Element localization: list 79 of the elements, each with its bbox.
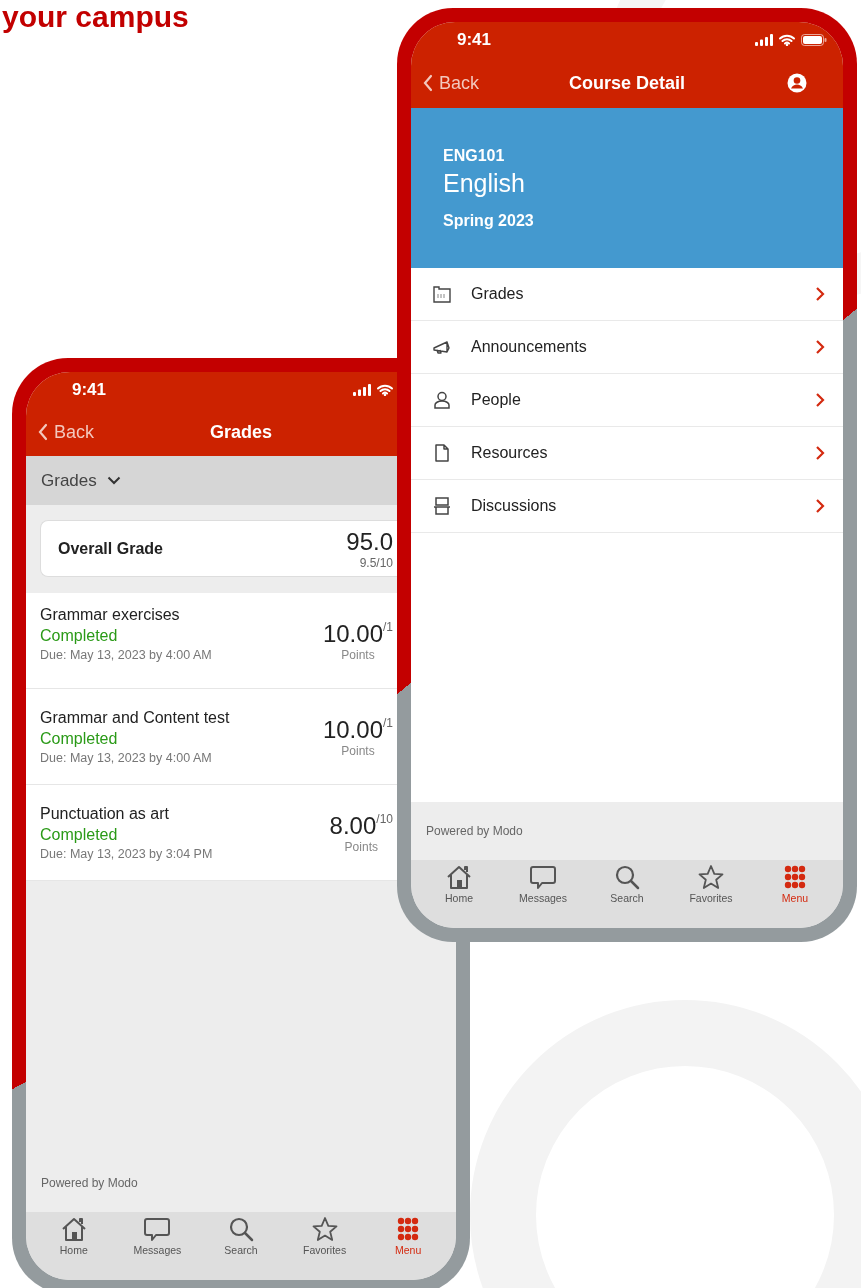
stacked-boxes-icon (432, 496, 452, 516)
search-icon (227, 1216, 255, 1242)
assignment-title: Grammar exercises (40, 605, 181, 624)
score-unit: Points (344, 839, 378, 854)
status-time: 9:41 (457, 30, 492, 50)
overall-grade-label: Overall Grade (58, 539, 163, 558)
tab-bar-item[interactable]: Menu (755, 864, 835, 922)
headline: your campus (2, 0, 189, 35)
back-button[interactable]: Back (423, 72, 480, 94)
chevron-right-icon (815, 445, 825, 461)
wifi-icon (377, 384, 393, 396)
wifi-icon (779, 34, 795, 46)
assignment-max-score: /1 (383, 619, 393, 634)
speech-bubble-icon (143, 1216, 172, 1242)
course-term: Spring 2023 (443, 211, 535, 230)
tab-bar-item[interactable]: Messages (117, 1216, 198, 1274)
assignment-score: 10.00 (322, 715, 383, 744)
signal-icon (755, 34, 773, 46)
course-menu-item[interactable]: Grades (411, 268, 843, 321)
profile-icon[interactable] (787, 73, 807, 93)
assignment-due-date: Due: May 13, 2023 by 4:00 AM (40, 750, 213, 765)
course-menu-item[interactable]: Discussions (411, 480, 843, 533)
tab-bar-item[interactable]: Menu (368, 1216, 449, 1274)
assignment-score: 8.00 (329, 811, 377, 840)
overall-grade-detail: 9.5/10 (359, 555, 393, 570)
assignment-max-score: /1 (383, 715, 393, 730)
chevron-right-icon (815, 339, 825, 355)
home-icon (445, 864, 473, 890)
course-menu-item[interactable]: Resources (411, 427, 843, 480)
tab-bar-item[interactable]: Home (33, 1216, 114, 1274)
tab-bar-item[interactable]: Home (419, 864, 499, 922)
chevron-right-icon (815, 498, 825, 514)
course-menu-item[interactable]: Announcements (411, 321, 843, 374)
assignment-title: Punctuation as art (40, 804, 170, 823)
speech-bubble-icon (529, 864, 557, 890)
star-icon (310, 1216, 339, 1242)
menu-item-label: People (471, 391, 521, 409)
tab-bar-item[interactable]: Search (587, 864, 667, 922)
chevron-down-icon (106, 476, 121, 485)
score-unit: Points (341, 743, 375, 758)
course-menu-item[interactable]: People (411, 374, 843, 427)
menu-item-label: Announcements (471, 338, 587, 356)
signal-icon (353, 384, 371, 396)
assignment-status: Completed (40, 626, 119, 645)
overall-grade-score: 95.0 (346, 527, 393, 556)
battery-icon (801, 34, 827, 46)
tab-bar-item[interactable]: Search (201, 1216, 281, 1274)
assignment-status: Completed (40, 729, 119, 748)
screen-title: Course Detail (568, 72, 685, 94)
assignment-due-date: Due: May 13, 2023 by 3:04 PM (40, 846, 213, 861)
assignment-title: Grammar and Content test (40, 708, 230, 727)
chevron-left-icon (38, 423, 48, 441)
course-name: English (443, 168, 526, 198)
screen-title: Grades (209, 421, 272, 443)
tab-bar-item[interactable]: Messages (503, 864, 583, 922)
grades-dropdown[interactable]: Grades (26, 456, 397, 505)
course-code: ENG101 (443, 146, 506, 165)
tab-bar-item[interactable]: Favorites (671, 864, 751, 922)
menu-item-label: Discussions (471, 497, 557, 515)
tab-bar-item[interactable]: Favorites (284, 1216, 365, 1274)
assignment-max-score: /10 (376, 811, 393, 826)
chevron-left-icon (423, 74, 433, 92)
document-icon (432, 443, 452, 463)
status-time: 9:41 (72, 380, 107, 400)
score-unit: Points (341, 647, 375, 662)
chevron-right-icon (815, 392, 825, 408)
back-button[interactable]: Back (38, 421, 95, 443)
menu-item-label: Grades (471, 285, 524, 303)
search-icon (613, 864, 641, 890)
powered-by-text: Powered by Modo (41, 1176, 138, 1190)
assignment-due-date: Due: May 13, 2023 by 4:00 AM (40, 647, 212, 662)
star-icon (697, 864, 725, 890)
powered-by-text: Powered by Modo (426, 824, 523, 838)
chevron-right-icon (815, 286, 825, 302)
assignment-status: Completed (40, 825, 119, 844)
assignment-score: 10.00 (322, 619, 383, 648)
person-icon (432, 390, 452, 410)
gradebook-icon (432, 284, 452, 304)
menu-item-label: Resources (471, 444, 548, 462)
